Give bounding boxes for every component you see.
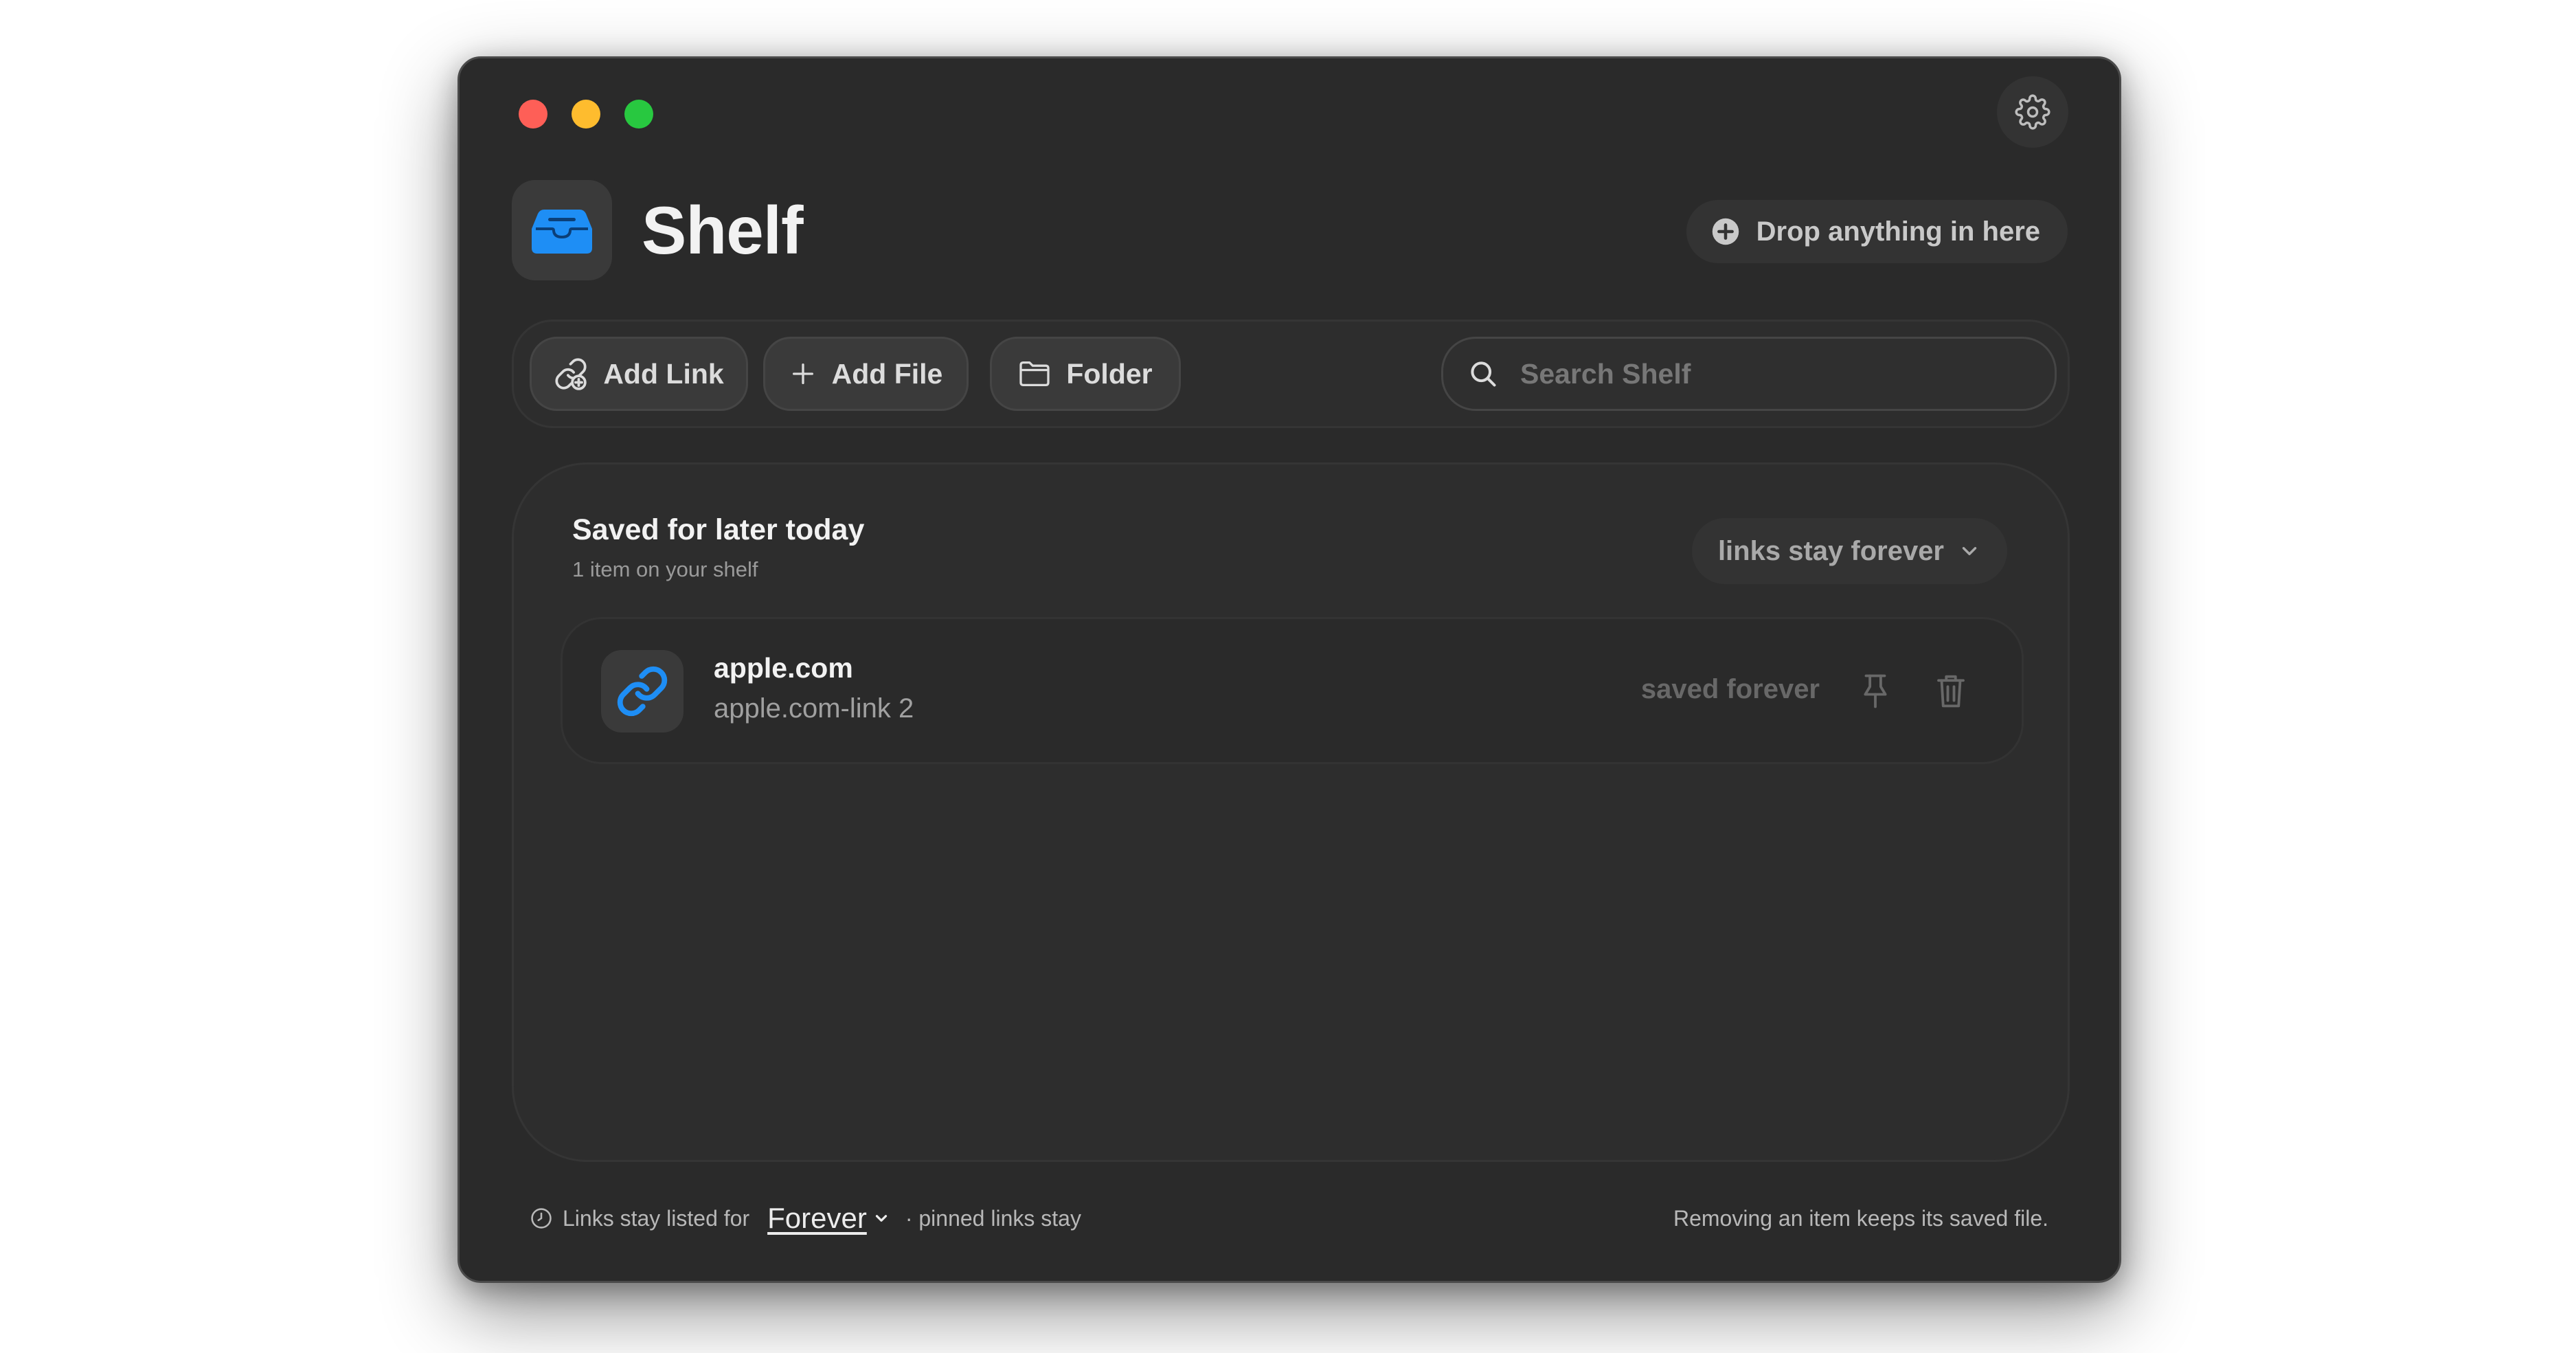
footer-suffix: · pinned links stay <box>905 1205 1081 1231</box>
gear-icon <box>2015 94 2050 130</box>
item-subtitle: apple.com-link 2 <box>714 693 914 724</box>
link-plus-icon <box>554 357 588 391</box>
add-file-button[interactable]: Add File <box>763 337 969 411</box>
item-count: 1 item on your shelf <box>572 557 758 581</box>
search-input[interactable] <box>1519 357 2044 391</box>
search-field[interactable] <box>1441 337 2057 411</box>
add-file-label: Add File <box>831 357 943 390</box>
saved-items-panel: Saved for later today 1 item on your she… <box>512 462 2070 1162</box>
retention-dropdown-label: links stay forever <box>1717 535 1944 566</box>
drop-zone-button[interactable]: Drop anything in here <box>1686 200 2068 263</box>
clock-icon <box>530 1207 553 1230</box>
close-window-button[interactable] <box>519 100 547 128</box>
add-link-button[interactable]: Add Link <box>530 337 748 411</box>
footer-note: Removing an item keeps its saved file. <box>1673 1206 2048 1231</box>
delete-button[interactable] <box>1935 673 1967 710</box>
duration-select[interactable]: Forever <box>767 1202 890 1235</box>
footer-retention: Links stay listed for Forever · pinned l… <box>530 1202 1081 1235</box>
settings-button[interactable] <box>1997 76 2068 148</box>
toolbar: Add Link Add File Folder <box>512 320 2070 428</box>
retention-dropdown[interactable]: links stay forever <box>1691 518 2007 584</box>
chevron-down-icon <box>872 1209 890 1227</box>
folder-icon <box>1018 360 1051 388</box>
trash-icon <box>1935 673 1967 710</box>
duration-value: Forever <box>767 1202 867 1234</box>
pin-button[interactable] <box>1860 673 1891 710</box>
panel-title: Saved for later today <box>572 513 865 546</box>
add-link-label: Add Link <box>603 357 724 390</box>
folder-button[interactable]: Folder <box>990 337 1181 411</box>
tray-icon <box>529 205 595 255</box>
minimize-window-button[interactable] <box>572 100 600 128</box>
item-status: saved forever <box>1640 674 1820 704</box>
drop-zone-label: Drop anything in here <box>1756 216 2040 247</box>
footer-prefix: Links stay listed for <box>563 1205 750 1231</box>
search-icon <box>1468 359 1498 389</box>
plus-circle-icon <box>1711 217 1740 246</box>
link-item-icon <box>601 650 683 733</box>
list-item[interactable]: apple.com apple.com-link 2 saved forever <box>561 617 2024 764</box>
folder-label: Folder <box>1066 357 1153 390</box>
shelf-window: Shelf Drop anything in here Add Link Add… <box>457 56 2121 1283</box>
link-icon <box>615 664 669 718</box>
zoom-window-button[interactable] <box>624 100 653 128</box>
app-title: Shelf <box>642 192 804 268</box>
chevron-down-icon <box>1958 539 1981 563</box>
app-logo <box>512 180 612 280</box>
pin-icon <box>1860 673 1891 710</box>
item-title[interactable]: apple.com <box>714 652 853 684</box>
plus-icon <box>789 360 817 388</box>
